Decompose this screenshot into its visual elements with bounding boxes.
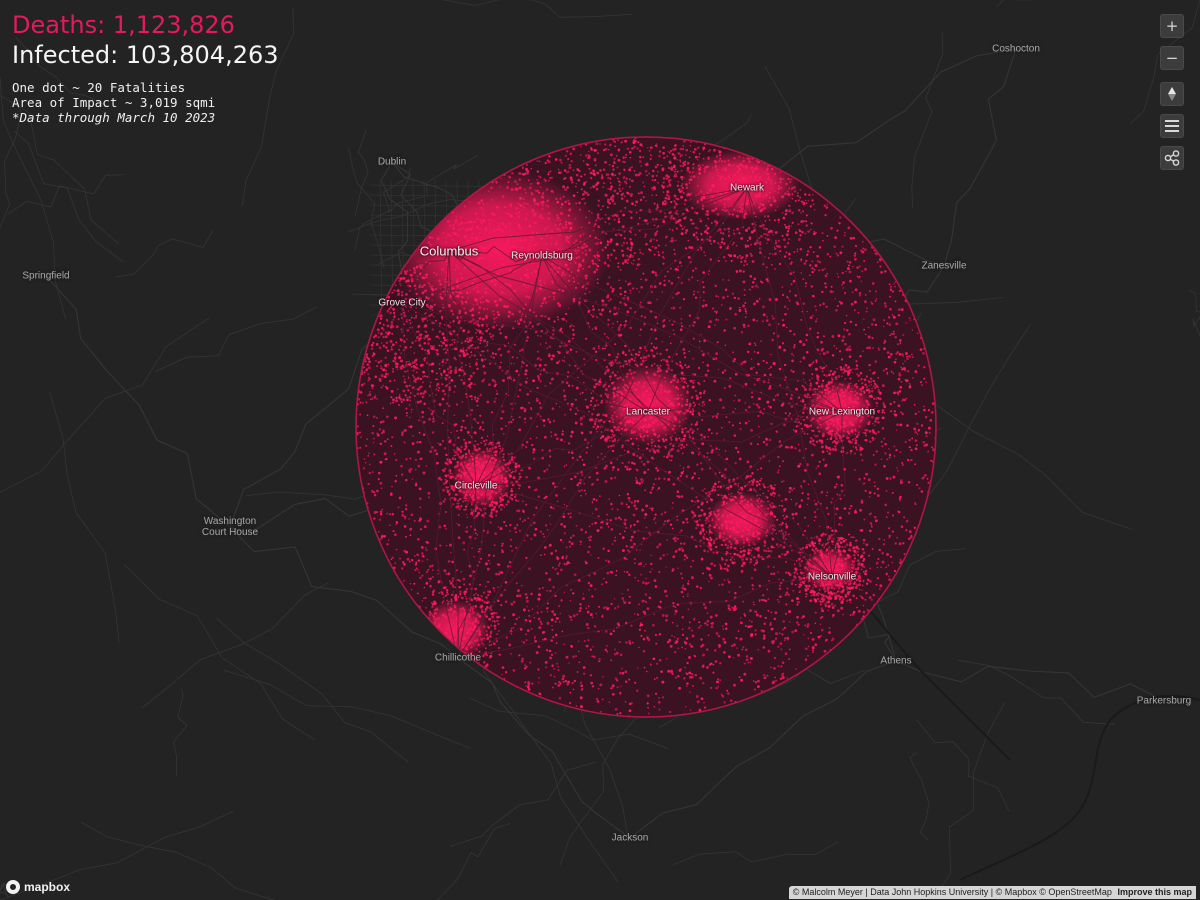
stats-panel: Deaths: 1,123,826 Infected: 103,804,263 … <box>12 10 279 125</box>
legend: One dot ~ 20 Fatalities Area of Impact ~… <box>12 80 279 125</box>
cluster-lancaster <box>603 365 693 445</box>
attribution-text: © Malcolm Meyer | Data John Hopkins Univ… <box>792 887 1112 897</box>
map[interactable]: Deaths: 1,123,826 Infected: 103,804,263 … <box>0 0 1200 900</box>
share-icon <box>1164 150 1180 166</box>
place-label-dublin: Dublin <box>377 156 407 168</box>
legend-dot-scale: One dot ~ 20 Fatalities <box>12 80 186 95</box>
place-label-grove-city: Grove City <box>378 297 426 309</box>
share-button[interactable] <box>1160 146 1184 170</box>
impact-circle <box>355 136 937 718</box>
deaths-count: Deaths: 1,123,826 <box>12 11 235 39</box>
legend-area: Area of Impact ~ 3,019 sqmi <box>12 95 216 110</box>
place-label-springfield: Springfield <box>22 270 70 282</box>
compass-icon <box>1168 87 1176 101</box>
place-label-zanesville: Zanesville <box>921 260 967 272</box>
map-canvas[interactable] <box>0 0 1200 900</box>
mapbox-logo[interactable]: mapbox <box>6 880 70 894</box>
place-label-nelsonville: Nelsonville <box>807 571 857 583</box>
place-label-columbus: Columbus <box>419 243 479 259</box>
map-controls: + − <box>1160 14 1184 178</box>
mapbox-logo-icon <box>6 880 20 894</box>
menu-icon <box>1165 120 1179 132</box>
cluster-east <box>707 492 777 548</box>
compass-button[interactable] <box>1160 82 1184 106</box>
place-label-reynoldsburg: Reynoldsburg <box>511 250 573 262</box>
place-label-newark: Newark <box>730 182 764 194</box>
mapbox-logo-text: mapbox <box>24 880 71 894</box>
menu-button[interactable] <box>1160 114 1184 138</box>
place-label-circleville: Circleville <box>454 480 498 492</box>
place-label-jackson: Jackson <box>611 832 649 844</box>
place-label-lancaster: Lancaster <box>626 406 670 418</box>
place-label-athens: Athens <box>880 655 912 667</box>
improve-map-link[interactable]: Improve this map <box>1117 887 1192 897</box>
legend-data-note: *Data through March 10 2023 <box>12 110 216 125</box>
place-label-chillicothe: Chillicothe <box>434 652 482 664</box>
place-label-washington-court-house: Washington Court House <box>201 516 259 538</box>
cluster-circleville <box>452 448 512 508</box>
zoom-in-button[interactable]: + <box>1160 14 1184 38</box>
place-label-coshocton: Coshocton <box>992 43 1040 55</box>
place-label-parkersburg: Parkersburg <box>1136 695 1192 707</box>
zoom-out-button[interactable]: − <box>1160 46 1184 70</box>
attribution: © Malcolm Meyer | Data John Hopkins Univ… <box>788 886 1196 899</box>
infected-count: Infected: 103,804,263 <box>12 41 279 69</box>
place-label-new-lexington: New Lexington <box>808 406 876 418</box>
